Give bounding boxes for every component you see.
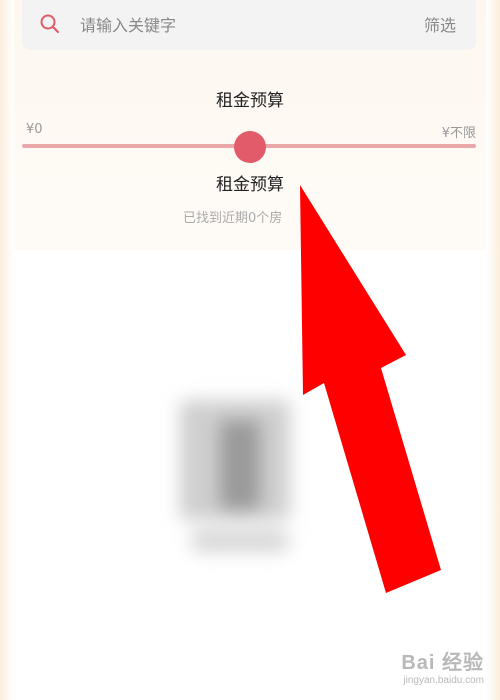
budget-slider-thumb[interactable] xyxy=(234,131,266,163)
range-max-label: ¥不限 xyxy=(441,126,476,141)
search-icon[interactable] xyxy=(38,12,62,36)
budget-value-label: 租金预算 xyxy=(216,175,284,195)
watermark-brand: Bai 经验 xyxy=(401,652,484,674)
search-input[interactable] xyxy=(78,10,372,40)
filter-button[interactable]: 筛选 xyxy=(424,12,456,36)
range-min-label: ¥0 xyxy=(26,122,43,137)
budget-title: 租金预算 xyxy=(216,91,284,111)
results-count-text: 已找到近期0个房 xyxy=(183,211,283,226)
search-bar: 筛选 xyxy=(22,0,476,50)
watermark-url: jingyan.baidu.com xyxy=(403,675,484,686)
watermark: Bai 经验 jingyan.baidu.com xyxy=(401,646,484,686)
empty-state-image xyxy=(150,380,320,570)
